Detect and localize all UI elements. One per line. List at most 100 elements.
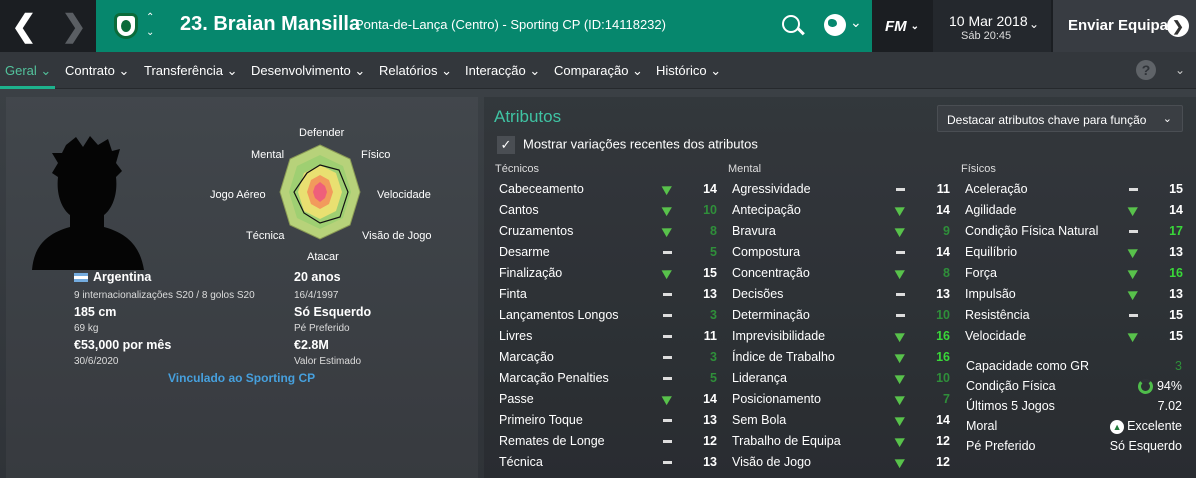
attribute-name: Posicionamento	[732, 392, 821, 406]
attribute-value: 16	[1169, 266, 1183, 280]
attribute-name: Bravura	[732, 224, 776, 238]
attribute-name: Velocidade	[965, 329, 1027, 343]
fm-menu-button[interactable]: FM ⌄	[872, 0, 930, 52]
player-switch-arrows-icon[interactable]: ⌃ ⌄	[146, 10, 154, 40]
fitness-ring-icon	[1137, 379, 1153, 395]
attribute-row[interactable]: Marcação 3	[499, 347, 717, 368]
attribute-row[interactable]: Cabeceamento 14	[499, 179, 717, 200]
attribute-row[interactable]: Cruzamentos 8	[499, 221, 717, 242]
trend-flat-icon	[1129, 225, 1143, 237]
attribute-name: Cantos	[499, 203, 539, 217]
trend-up-icon	[661, 223, 677, 238]
attribute-name: Decisões	[732, 287, 784, 301]
status-label: Moral	[966, 419, 998, 433]
player-silhouette-icon	[32, 136, 144, 270]
attribute-row[interactable]: Finta 13	[499, 284, 717, 305]
status-row[interactable]: Condição Física 94%	[966, 379, 1182, 395]
attribute-row[interactable]: Agressividade 11	[732, 179, 950, 200]
status-row[interactable]: Últimos 5 Jogos 7.02	[966, 399, 1182, 413]
trend-flat-icon	[663, 330, 677, 342]
attribute-row[interactable]: Desarme 5	[499, 242, 717, 263]
player-subtitle[interactable]: Ponta-de-Lança (Centro) - Sporting CP (I…	[355, 17, 666, 32]
show-changes-toggle[interactable]: ✓ Mostrar variações recentes dos atributo…	[497, 136, 758, 154]
attribute-row[interactable]: Remates de Longe 12	[499, 431, 717, 452]
attribute-row[interactable]: Impulsão 13	[965, 284, 1183, 305]
attribute-row[interactable]: Equilíbrio 13	[965, 242, 1183, 263]
back-arrow-icon[interactable]: ❮	[0, 0, 48, 52]
morale-up-icon: ▲	[1110, 419, 1125, 434]
send-team-label: Enviar Equipa	[1068, 17, 1169, 34]
attribute-row[interactable]: Determinação 10	[732, 305, 950, 326]
attribute-name: Primeiro Toque	[499, 413, 583, 427]
attribute-row[interactable]: Trabalho de Equipa 12	[732, 431, 950, 452]
nationality[interactable]: Argentina	[74, 270, 151, 284]
attribute-row[interactable]: Aceleração 15	[965, 179, 1183, 200]
attribute-row[interactable]: Imprevisibilidade 16	[732, 326, 950, 347]
trend-up-icon	[894, 412, 910, 427]
status-row[interactable]: Capacidade como GR 3	[966, 359, 1182, 373]
attribute-row[interactable]: Passe 14	[499, 389, 717, 410]
checkbox-checked-icon[interactable]: ✓	[497, 136, 515, 154]
tab-historico[interactable]: Histórico ⌄	[656, 63, 721, 79]
tab-contrato[interactable]: Contrato ⌄	[65, 63, 129, 79]
attribute-name: Desarme	[499, 245, 550, 259]
tab-desenvolvimento[interactable]: Desenvolvimento ⌄	[251, 63, 365, 79]
trend-up-icon	[661, 265, 677, 280]
tab-geral[interactable]: Geral ⌄	[5, 63, 51, 79]
attribute-row[interactable]: Compostura 14	[732, 242, 950, 263]
attribute-row[interactable]: Livres 11	[499, 326, 717, 347]
attribute-value: 9	[943, 224, 950, 238]
attribute-row[interactable]: Índice de Trabalho 16	[732, 347, 950, 368]
linked-club-link[interactable]: Vinculado ao Sporting CP	[168, 371, 315, 385]
tab-relatorios[interactable]: Relatórios ⌄	[379, 63, 452, 79]
status-row[interactable]: Moral ▲ Excelente	[966, 419, 1182, 434]
attribute-row[interactable]: Bravura 9	[732, 221, 950, 242]
attribute-row[interactable]: Antecipação 14	[732, 200, 950, 221]
trend-flat-icon	[663, 351, 677, 363]
tab-comparacao[interactable]: Comparação ⌄	[554, 63, 643, 79]
send-team-button[interactable]: Enviar Equipa ❯	[1053, 0, 1196, 52]
help-icon[interactable]: ?	[1136, 60, 1156, 80]
attribute-row[interactable]: Técnica 13	[499, 452, 717, 473]
tab-interaccao[interactable]: Interacção ⌄	[465, 63, 540, 79]
chevron-down-icon[interactable]: ⌄	[850, 14, 862, 31]
attribute-row[interactable]: Cantos 10	[499, 200, 717, 221]
trend-up-icon	[894, 202, 910, 217]
attribute-row[interactable]: Sem Bola 14	[732, 410, 950, 431]
attribute-value: 16	[936, 350, 950, 364]
attribute-value: 12	[936, 455, 950, 469]
attribute-row[interactable]: Visão de Jogo 12	[732, 452, 950, 473]
attribute-row[interactable]: Concentração 8	[732, 263, 950, 284]
attribute-value: 14	[703, 182, 717, 196]
estimated-value: €2.8M	[294, 338, 329, 352]
status-row[interactable]: Pé Preferido Só Esquerdo	[966, 439, 1182, 453]
attribute-row[interactable]: Velocidade 15	[965, 326, 1183, 347]
attribute-row[interactable]: Resistência 15	[965, 305, 1183, 326]
trend-flat-icon	[663, 372, 677, 384]
attribute-row[interactable]: Decisões 13	[732, 284, 950, 305]
attribute-name: Remates de Longe	[499, 434, 605, 448]
attribute-row[interactable]: Força 16	[965, 263, 1183, 284]
chevron-down-icon[interactable]: ⌄	[1029, 17, 1039, 31]
club-crest-icon[interactable]	[114, 13, 138, 39]
globe-icon[interactable]	[824, 14, 846, 36]
attribute-row[interactable]: Liderança 10	[732, 368, 950, 389]
attribute-row[interactable]: Primeiro Toque 13	[499, 410, 717, 431]
attribute-row[interactable]: Condição Física Natural 17	[965, 221, 1183, 242]
attribute-row[interactable]: Lançamentos Longos 3	[499, 305, 717, 326]
date-continue-box[interactable]: 10 Mar 2018 Sáb 20:45 ⌄	[933, 0, 1051, 52]
attribute-row[interactable]: Agilidade 14	[965, 200, 1183, 221]
tab-transferencia[interactable]: Transferência ⌄	[144, 63, 238, 79]
attribute-name: Compostura	[732, 245, 801, 259]
wage: €53,000 por mês	[74, 338, 172, 352]
attribute-row[interactable]: Finalização 15	[499, 263, 717, 284]
chevron-down-icon[interactable]: ⌄	[1175, 63, 1185, 77]
highlight-attributes-dropdown[interactable]: Destacar atributos chave para função ⌄	[937, 105, 1183, 132]
search-icon[interactable]	[782, 15, 800, 33]
attribute-row[interactable]: Marcação Penalties 5	[499, 368, 717, 389]
attribute-name: Finta	[499, 287, 527, 301]
radar-label-tecnica: Técnica	[246, 230, 285, 242]
forward-arrow-icon[interactable]: ❯	[50, 0, 98, 52]
attribute-name: Lançamentos Longos	[499, 308, 619, 322]
attribute-row[interactable]: Posicionamento 7	[732, 389, 950, 410]
